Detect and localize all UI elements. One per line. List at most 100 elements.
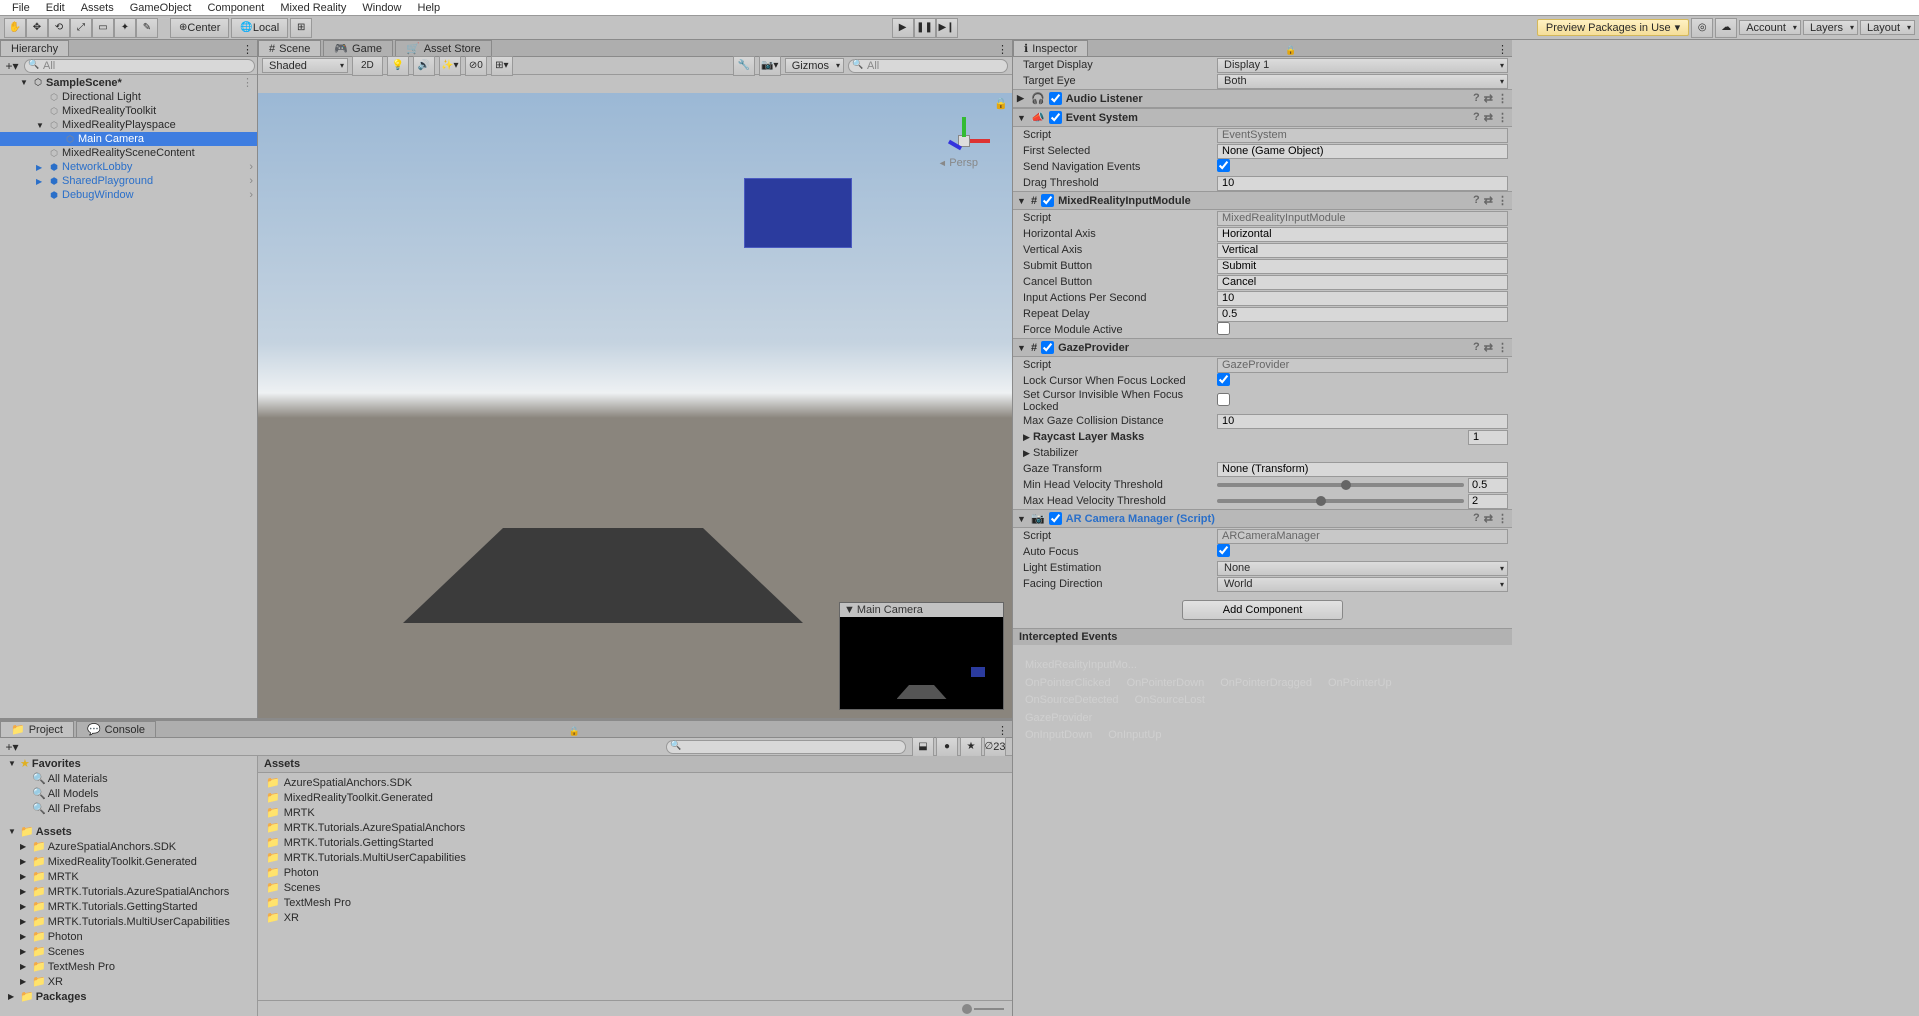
menu-icon[interactable]: ⋮ (1497, 194, 1508, 207)
tools-icon[interactable]: 🔧 (733, 56, 755, 76)
component-audio-listener[interactable]: ▶🎧Audio Listener?⇄⋮ (1013, 89, 1512, 108)
mode-2d-toggle[interactable]: 2D (352, 56, 383, 76)
send-nav-checkbox[interactable] (1217, 159, 1230, 172)
asset-folder[interactable]: 📁Photon (260, 865, 1010, 880)
menu-icon[interactable]: ⋮ (1497, 92, 1508, 105)
input-actions-field[interactable] (1217, 291, 1508, 306)
grid-toggle-icon[interactable]: ⊞▾ (491, 56, 513, 76)
submit-button-field[interactable] (1217, 259, 1508, 274)
help-icon[interactable]: ? (1473, 194, 1480, 207)
tab-game[interactable]: 🎮Game (323, 40, 393, 56)
ar-camera-enable[interactable] (1049, 512, 1062, 525)
pivot-toggle[interactable]: ⊕Center (170, 18, 229, 38)
tab-hierarchy[interactable]: Hierarchy (0, 40, 69, 56)
menu-window[interactable]: Window (354, 2, 409, 14)
asset-folder[interactable]: 📁TextMesh Pro (260, 895, 1010, 910)
asset-folder[interactable]: 📁MRTK (260, 805, 1010, 820)
asset-folder[interactable]: 📁XR (260, 910, 1010, 925)
component-event-system[interactable]: ▼📣Event System?⇄⋮ (1013, 108, 1512, 127)
project-folder[interactable]: ▶📁MRTK.Tutorials.GettingStarted (0, 899, 257, 914)
hidden-packages-icon[interactable]: ∅23 (984, 737, 1006, 757)
hierarchy-item[interactable]: ▼⬡MixedRealityPlayspace (0, 118, 257, 132)
project-search[interactable] (666, 740, 906, 754)
inspector-menu-icon[interactable]: ⋮ (1493, 43, 1512, 56)
max-velocity-slider[interactable] (1217, 499, 1464, 503)
create-button-icon[interactable]: +▾ (2, 59, 22, 73)
raycast-size-field[interactable] (1468, 430, 1508, 445)
hierarchy-item[interactable]: ⬡MixedRealityToolkit (0, 104, 257, 118)
max-velocity-field[interactable] (1468, 494, 1508, 509)
light-estimation-dropdown[interactable]: None (1217, 561, 1508, 576)
custom-tool-icon[interactable]: ✎ (136, 18, 158, 38)
min-velocity-slider[interactable] (1217, 483, 1464, 487)
hierarchy-search[interactable]: All (24, 59, 255, 73)
help-icon[interactable]: ? (1473, 512, 1480, 525)
play-button-icon[interactable]: ▶ (892, 18, 914, 38)
project-folder[interactable]: ▶📁AzureSpatialAnchors.SDK (0, 839, 257, 854)
project-folder[interactable]: ▶📁Scenes (0, 944, 257, 959)
project-folder[interactable]: ▶📁MRTK.Tutorials.MultiUserCapabilities (0, 914, 257, 929)
target-eye-dropdown[interactable]: Both (1217, 74, 1508, 89)
help-icon[interactable]: ? (1473, 92, 1480, 105)
favorite-icon[interactable]: ★ (960, 737, 982, 757)
pause-button-icon[interactable]: ❚❚ (914, 18, 936, 38)
handle-toggle[interactable]: 🌐Local (231, 18, 288, 38)
menu-help[interactable]: Help (410, 2, 449, 14)
filter-label-icon[interactable]: ● (936, 737, 958, 757)
project-lock-icon[interactable]: 🔒 (569, 726, 580, 737)
project-folder[interactable]: ▶📁XR (0, 974, 257, 989)
menu-icon[interactable]: ⋮ (1497, 512, 1508, 525)
hierarchy-menu-icon[interactable]: ⋮ (238, 43, 257, 56)
move-tool-icon[interactable]: ✥ (26, 18, 48, 38)
menu-icon[interactable]: ⋮ (1497, 111, 1508, 124)
scale-tool-icon[interactable]: ⤢ (70, 18, 92, 38)
light-toggle-icon[interactable]: 💡 (387, 56, 409, 76)
fx-toggle-icon[interactable]: ✨▾ (439, 56, 461, 76)
vertical-axis-field[interactable] (1217, 243, 1508, 258)
preview-packages-badge[interactable]: Preview Packages in Use ▾ (1537, 19, 1689, 36)
rotate-tool-icon[interactable]: ⟲ (48, 18, 70, 38)
intercepted-events-header[interactable]: Intercepted Events (1013, 628, 1512, 645)
asset-folder[interactable]: 📁AzureSpatialAnchors.SDK (260, 775, 1010, 790)
snap-toggle-icon[interactable]: ⊞ (290, 18, 312, 38)
invisible-cursor-checkbox[interactable] (1217, 393, 1230, 406)
project-menu-icon[interactable]: ⋮ (993, 724, 1012, 737)
hand-tool-icon[interactable]: ✋ (4, 18, 26, 38)
hierarchy-item[interactable]: ⬡MixedRealitySceneContent (0, 146, 257, 160)
projection-label[interactable]: ◄ Persp (938, 157, 978, 169)
asset-folder[interactable]: 📁MRTK.Tutorials.AzureSpatialAnchors (260, 820, 1010, 835)
project-folder[interactable]: ▶📁MRTK (0, 869, 257, 884)
project-folder[interactable]: ▶📁Photon (0, 929, 257, 944)
scene-menu-icon[interactable]: ⋮ (993, 43, 1012, 56)
asset-folder[interactable]: 📁MixedRealityToolkit.Generated (260, 790, 1010, 805)
first-selected-field[interactable] (1217, 144, 1508, 159)
assets-root[interactable]: ▼📁Assets (0, 824, 257, 839)
menu-file[interactable]: File (4, 2, 38, 14)
shading-dropdown[interactable]: Shaded (262, 58, 348, 73)
hierarchy-item-selected[interactable]: ⬡Main Camera (0, 132, 257, 146)
preset-icon[interactable]: ⇄ (1484, 512, 1493, 525)
hierarchy-item-prefab[interactable]: ▶⬢SharedPlayground› (0, 174, 257, 188)
gizmos-dropdown[interactable]: Gizmos (785, 58, 844, 73)
audio-toggle-icon[interactable]: 🔊 (413, 56, 435, 76)
component-ar-camera[interactable]: ▼📷AR Camera Manager (Script)?⇄⋮ (1013, 509, 1512, 528)
gaze-enable[interactable] (1041, 341, 1054, 354)
component-gaze-provider[interactable]: ▼#GazeProvider?⇄⋮ (1013, 338, 1512, 357)
layers-dropdown[interactable]: Layers (1803, 20, 1858, 35)
hierarchy-item[interactable]: ⬡Directional Light (0, 90, 257, 104)
tab-project[interactable]: 📁 Project (0, 721, 74, 737)
scene-root[interactable]: ▼⬡SampleScene*⋮ (0, 75, 257, 90)
help-icon[interactable]: ? (1473, 111, 1480, 124)
drag-threshold-field[interactable] (1217, 176, 1508, 191)
account-dropdown[interactable]: Account (1739, 20, 1801, 35)
lock-cursor-checkbox[interactable] (1217, 373, 1230, 386)
zoom-slider[interactable] (962, 1004, 972, 1014)
transform-tool-icon[interactable]: ✦ (114, 18, 136, 38)
step-button-icon[interactable]: ▶❙ (936, 18, 958, 38)
event-system-enable[interactable] (1049, 111, 1062, 124)
input-module-enable[interactable] (1041, 194, 1054, 207)
menu-assets[interactable]: Assets (73, 2, 122, 14)
tab-assetstore[interactable]: 🛒Asset Store (395, 40, 492, 56)
favorite-item[interactable]: 🔍All Materials (0, 771, 257, 786)
repeat-delay-field[interactable] (1217, 307, 1508, 322)
